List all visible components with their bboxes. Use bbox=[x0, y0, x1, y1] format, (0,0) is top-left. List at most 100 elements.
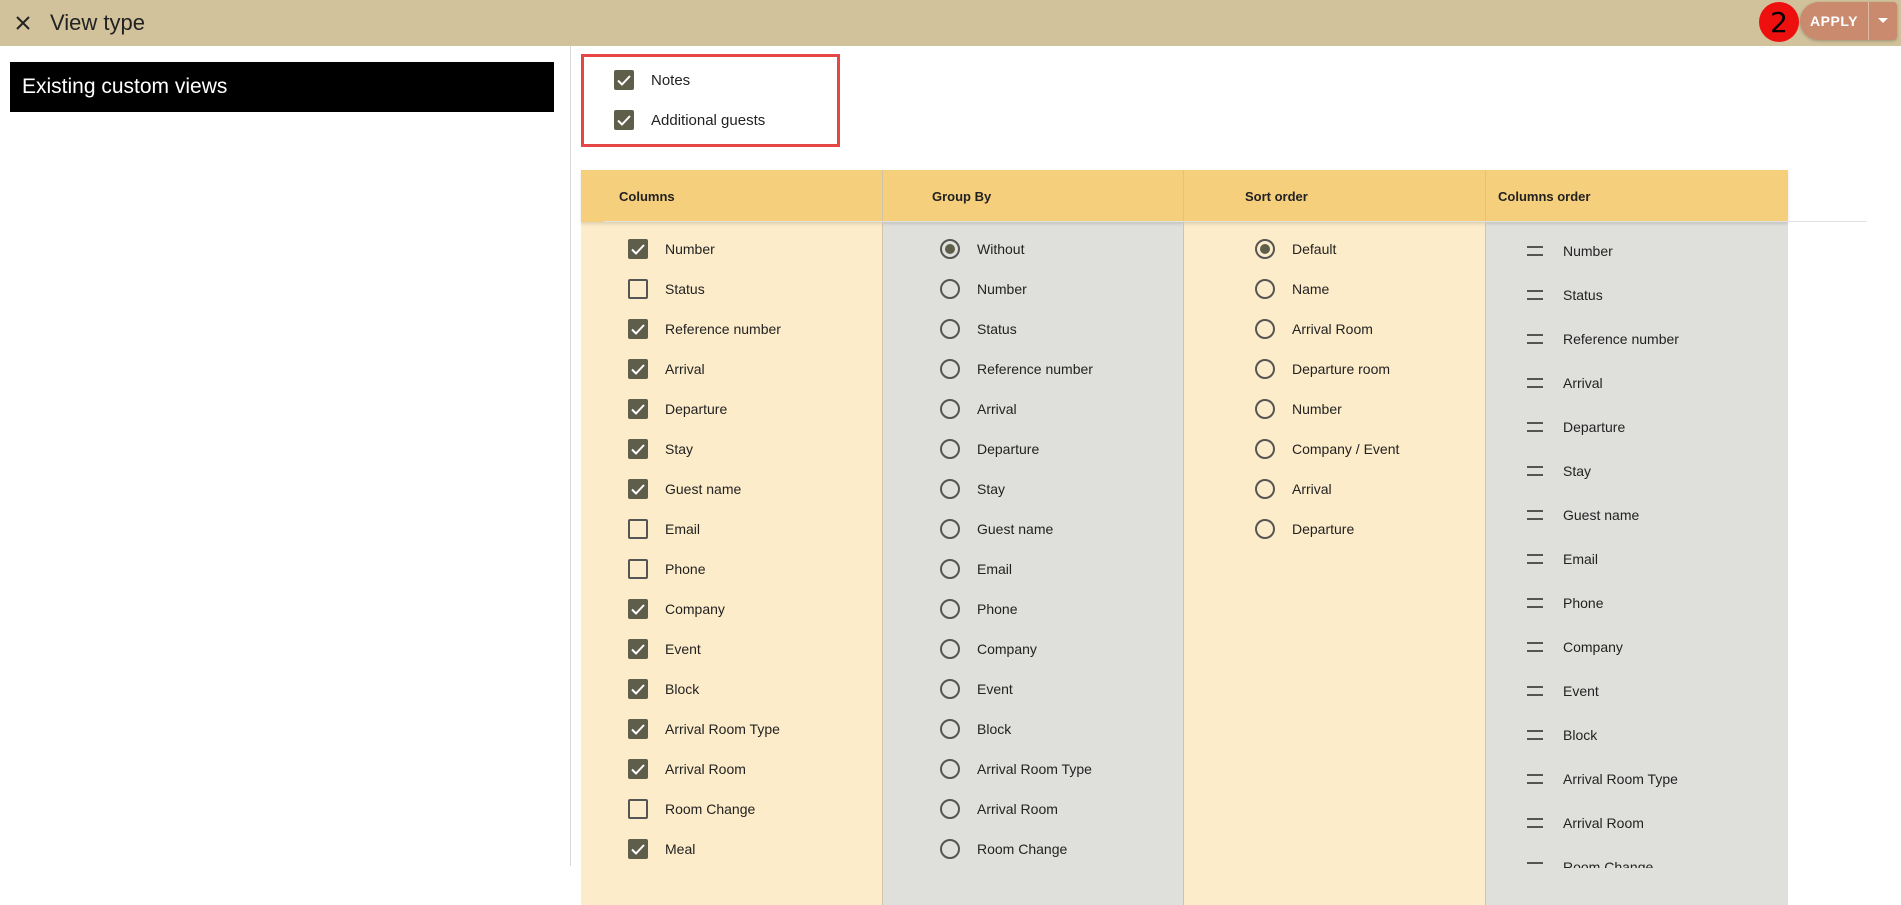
checkbox-checked[interactable] bbox=[628, 839, 648, 859]
radio-unselected[interactable] bbox=[940, 799, 960, 819]
group-by-option-arrival-room[interactable]: Arrival Room bbox=[940, 798, 1058, 820]
column-option-guest-name[interactable]: Guest name bbox=[628, 478, 741, 500]
checkbox-checked[interactable] bbox=[628, 479, 648, 499]
group-by-option-arrival[interactable]: Arrival bbox=[940, 398, 1017, 420]
group-by-option-arrival-room-type[interactable]: Arrival Room Type bbox=[940, 758, 1092, 780]
sort-order-option-departure-room[interactable]: Departure room bbox=[1255, 358, 1390, 380]
column-option-arrival-room[interactable]: Arrival Room bbox=[628, 758, 746, 780]
column-option-event[interactable]: Event bbox=[628, 638, 701, 660]
radio-unselected[interactable] bbox=[940, 679, 960, 699]
column-option-email[interactable]: Email bbox=[628, 518, 700, 540]
columns-order-item-stay[interactable]: Stay bbox=[1527, 460, 1591, 482]
columns-order-item-arrival-room[interactable]: Arrival Room bbox=[1527, 812, 1644, 834]
radio-unselected[interactable] bbox=[940, 559, 960, 579]
group-by-option-reference-number[interactable]: Reference number bbox=[940, 358, 1093, 380]
column-option-block[interactable]: Block bbox=[628, 678, 699, 700]
radio-unselected[interactable] bbox=[1255, 399, 1275, 419]
group-by-option-email[interactable]: Email bbox=[940, 558, 1012, 580]
group-by-option-number[interactable]: Number bbox=[940, 278, 1027, 300]
checkbox-unchecked[interactable] bbox=[628, 799, 648, 819]
checkbox-checked[interactable] bbox=[614, 110, 634, 130]
sort-order-option-arrival-room[interactable]: Arrival Room bbox=[1255, 318, 1373, 340]
radio-unselected[interactable] bbox=[940, 279, 960, 299]
drag-handle-icon[interactable] bbox=[1527, 510, 1543, 520]
sort-order-option-name[interactable]: Name bbox=[1255, 278, 1329, 300]
drag-handle-icon[interactable] bbox=[1527, 378, 1543, 388]
checkbox-checked[interactable] bbox=[628, 599, 648, 619]
drag-handle-icon[interactable] bbox=[1527, 818, 1543, 828]
checkbox-checked[interactable] bbox=[628, 639, 648, 659]
columns-order-item-room-change[interactable]: Room Change bbox=[1527, 856, 1653, 868]
checkbox-checked[interactable] bbox=[628, 719, 648, 739]
option-additional-guests[interactable]: Additional guests bbox=[614, 110, 765, 130]
column-option-company[interactable]: Company bbox=[628, 598, 725, 620]
option-notes[interactable]: Notes bbox=[614, 70, 690, 90]
drag-handle-icon[interactable] bbox=[1527, 422, 1543, 432]
column-option-departure[interactable]: Departure bbox=[628, 398, 727, 420]
checkbox-unchecked[interactable] bbox=[628, 519, 648, 539]
column-option-stay[interactable]: Stay bbox=[628, 438, 693, 460]
checkbox-checked[interactable] bbox=[628, 239, 648, 259]
drag-handle-icon[interactable] bbox=[1527, 290, 1543, 300]
checkbox-checked[interactable] bbox=[628, 359, 648, 379]
drag-handle-icon[interactable] bbox=[1527, 554, 1543, 564]
column-option-number[interactable]: Number bbox=[628, 238, 715, 260]
drag-handle-icon[interactable] bbox=[1527, 862, 1543, 868]
group-by-option-stay[interactable]: Stay bbox=[940, 478, 1005, 500]
columns-order-item-guest-name[interactable]: Guest name bbox=[1527, 504, 1639, 526]
column-option-reference-number[interactable]: Reference number bbox=[628, 318, 781, 340]
radio-unselected[interactable] bbox=[1255, 519, 1275, 539]
checkbox-unchecked[interactable] bbox=[628, 279, 648, 299]
checkbox-checked[interactable] bbox=[628, 679, 648, 699]
radio-unselected[interactable] bbox=[940, 439, 960, 459]
drag-handle-icon[interactable] bbox=[1527, 246, 1543, 256]
drag-handle-icon[interactable] bbox=[1527, 686, 1543, 696]
group-by-option-phone[interactable]: Phone bbox=[940, 598, 1017, 620]
radio-unselected[interactable] bbox=[940, 639, 960, 659]
apply-button[interactable]: APPLY bbox=[1800, 2, 1868, 40]
group-by-option-room-change[interactable]: Room Change bbox=[940, 838, 1067, 860]
radio-unselected[interactable] bbox=[1255, 319, 1275, 339]
drag-handle-icon[interactable] bbox=[1527, 598, 1543, 608]
group-by-option-block[interactable]: Block bbox=[940, 718, 1011, 740]
columns-order-item-event[interactable]: Event bbox=[1527, 680, 1599, 702]
column-option-status[interactable]: Status bbox=[628, 278, 705, 300]
radio-unselected[interactable] bbox=[1255, 439, 1275, 459]
group-by-option-event[interactable]: Event bbox=[940, 678, 1013, 700]
radio-unselected[interactable] bbox=[940, 719, 960, 739]
group-by-option-departure[interactable]: Departure bbox=[940, 438, 1039, 460]
column-option-room-change[interactable]: Room Change bbox=[628, 798, 755, 820]
group-by-option-without[interactable]: Without bbox=[940, 238, 1024, 260]
columns-order-scroll-area[interactable]: Number Status Reference number Arrival Depar… bbox=[1485, 222, 1788, 868]
group-by-option-company[interactable]: Company bbox=[940, 638, 1037, 660]
radio-unselected[interactable] bbox=[940, 399, 960, 419]
radio-unselected[interactable] bbox=[940, 479, 960, 499]
radio-unselected[interactable] bbox=[940, 759, 960, 779]
checkbox-checked[interactable] bbox=[628, 759, 648, 779]
drag-handle-icon[interactable] bbox=[1527, 466, 1543, 476]
close-button[interactable] bbox=[0, 0, 46, 46]
radio-unselected[interactable] bbox=[940, 839, 960, 859]
drag-handle-icon[interactable] bbox=[1527, 334, 1543, 344]
columns-order-item-block[interactable]: Block bbox=[1527, 724, 1597, 746]
columns-order-item-reference-number[interactable]: Reference number bbox=[1527, 328, 1679, 350]
checkbox-checked[interactable] bbox=[628, 399, 648, 419]
checkbox-unchecked[interactable] bbox=[628, 559, 648, 579]
columns-order-item-email[interactable]: Email bbox=[1527, 548, 1598, 570]
drag-handle-icon[interactable] bbox=[1527, 774, 1543, 784]
radio-selected[interactable] bbox=[1255, 239, 1275, 259]
columns-order-item-arrival[interactable]: Arrival bbox=[1527, 372, 1603, 394]
checkbox-checked[interactable] bbox=[628, 319, 648, 339]
column-option-phone[interactable]: Phone bbox=[628, 558, 705, 580]
column-option-meal[interactable]: Meal bbox=[628, 838, 695, 860]
column-option-arrival[interactable]: Arrival bbox=[628, 358, 705, 380]
sort-order-option-number[interactable]: Number bbox=[1255, 398, 1342, 420]
checkbox-checked[interactable] bbox=[614, 70, 634, 90]
radio-unselected[interactable] bbox=[1255, 359, 1275, 379]
columns-order-item-departure[interactable]: Departure bbox=[1527, 416, 1625, 438]
group-by-option-status[interactable]: Status bbox=[940, 318, 1017, 340]
group-by-option-guest-name[interactable]: Guest name bbox=[940, 518, 1053, 540]
sort-order-option-arrival[interactable]: Arrival bbox=[1255, 478, 1332, 500]
columns-order-item-number[interactable]: Number bbox=[1527, 240, 1613, 262]
drag-handle-icon[interactable] bbox=[1527, 642, 1543, 652]
